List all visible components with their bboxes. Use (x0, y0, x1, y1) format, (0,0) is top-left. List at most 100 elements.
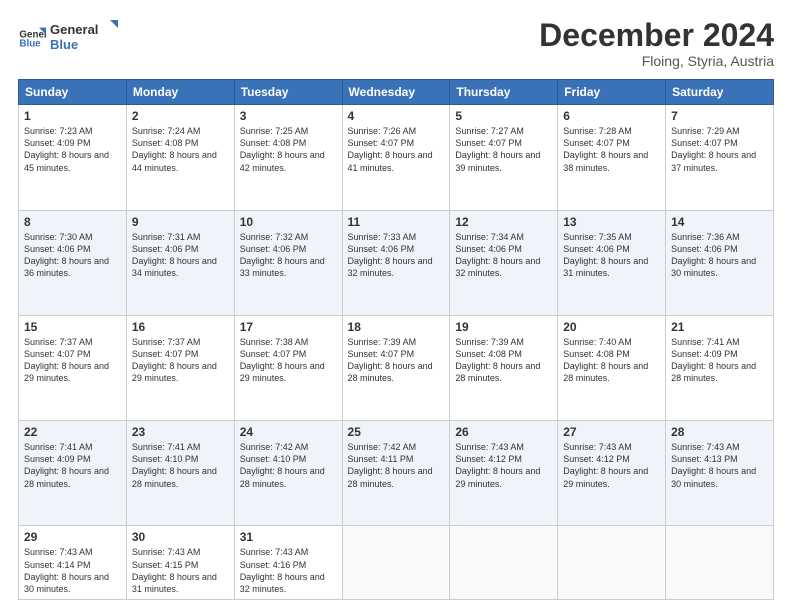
day-cell-14: 14 Sunrise: 7:36 AMSunset: 4:06 PMDaylig… (666, 210, 774, 315)
header: General Blue General Blue December 2024 … (18, 18, 774, 69)
location: Floing, Styria, Austria (539, 53, 774, 69)
week-row-5: 29 Sunrise: 7:43 AMSunset: 4:14 PMDaylig… (19, 526, 774, 600)
day-cell-27: 27 Sunrise: 7:43 AMSunset: 4:12 PMDaylig… (558, 421, 666, 526)
calendar-table: SundayMondayTuesdayWednesdayThursdayFrid… (18, 79, 774, 600)
day-cell-19: 19 Sunrise: 7:39 AMSunset: 4:08 PMDaylig… (450, 315, 558, 420)
day-info: Sunrise: 7:35 AMSunset: 4:06 PMDaylight:… (563, 232, 648, 278)
day-number: 17 (240, 320, 337, 334)
day-cell-12: 12 Sunrise: 7:34 AMSunset: 4:06 PMDaylig… (450, 210, 558, 315)
weekday-header-row: SundayMondayTuesdayWednesdayThursdayFrid… (19, 80, 774, 105)
day-info: Sunrise: 7:34 AMSunset: 4:06 PMDaylight:… (455, 232, 540, 278)
day-number: 6 (563, 109, 660, 123)
day-info: Sunrise: 7:28 AMSunset: 4:07 PMDaylight:… (563, 126, 648, 172)
day-info: Sunrise: 7:37 AMSunset: 4:07 PMDaylight:… (24, 337, 109, 383)
day-cell-28: 28 Sunrise: 7:43 AMSunset: 4:13 PMDaylig… (666, 421, 774, 526)
week-row-2: 8 Sunrise: 7:30 AMSunset: 4:06 PMDayligh… (19, 210, 774, 315)
day-info: Sunrise: 7:27 AMSunset: 4:07 PMDaylight:… (455, 126, 540, 172)
day-cell-5: 5 Sunrise: 7:27 AMSunset: 4:07 PMDayligh… (450, 105, 558, 210)
day-number: 9 (132, 215, 229, 229)
day-cell-7: 7 Sunrise: 7:29 AMSunset: 4:07 PMDayligh… (666, 105, 774, 210)
day-info: Sunrise: 7:41 AMSunset: 4:09 PMDaylight:… (24, 442, 109, 488)
weekday-friday: Friday (558, 80, 666, 105)
day-number: 4 (348, 109, 445, 123)
day-cell-22: 22 Sunrise: 7:41 AMSunset: 4:09 PMDaylig… (19, 421, 127, 526)
day-number: 21 (671, 320, 768, 334)
day-cell-24: 24 Sunrise: 7:42 AMSunset: 4:10 PMDaylig… (234, 421, 342, 526)
day-info: Sunrise: 7:36 AMSunset: 4:06 PMDaylight:… (671, 232, 756, 278)
day-number: 5 (455, 109, 552, 123)
day-cell-26: 26 Sunrise: 7:43 AMSunset: 4:12 PMDaylig… (450, 421, 558, 526)
weekday-tuesday: Tuesday (234, 80, 342, 105)
day-cell-25: 25 Sunrise: 7:42 AMSunset: 4:11 PMDaylig… (342, 421, 450, 526)
logo-icon: General Blue (18, 22, 46, 50)
day-info: Sunrise: 7:43 AMSunset: 4:14 PMDaylight:… (24, 547, 109, 593)
day-number: 11 (348, 215, 445, 229)
day-number: 3 (240, 109, 337, 123)
day-info: Sunrise: 7:42 AMSunset: 4:10 PMDaylight:… (240, 442, 325, 488)
day-number: 18 (348, 320, 445, 334)
svg-text:Blue: Blue (19, 39, 41, 50)
day-info: Sunrise: 7:39 AMSunset: 4:08 PMDaylight:… (455, 337, 540, 383)
day-cell-23: 23 Sunrise: 7:41 AMSunset: 4:10 PMDaylig… (126, 421, 234, 526)
day-info: Sunrise: 7:39 AMSunset: 4:07 PMDaylight:… (348, 337, 433, 383)
day-cell-17: 17 Sunrise: 7:38 AMSunset: 4:07 PMDaylig… (234, 315, 342, 420)
day-number: 2 (132, 109, 229, 123)
weekday-sunday: Sunday (19, 80, 127, 105)
day-info: Sunrise: 7:24 AMSunset: 4:08 PMDaylight:… (132, 126, 217, 172)
day-info: Sunrise: 7:40 AMSunset: 4:08 PMDaylight:… (563, 337, 648, 383)
day-info: Sunrise: 7:43 AMSunset: 4:16 PMDaylight:… (240, 547, 325, 593)
day-cell-20: 20 Sunrise: 7:40 AMSunset: 4:08 PMDaylig… (558, 315, 666, 420)
weekday-monday: Monday (126, 80, 234, 105)
month-title: December 2024 (539, 18, 774, 53)
day-number: 30 (132, 530, 229, 544)
empty-cell (666, 526, 774, 600)
day-cell-11: 11 Sunrise: 7:33 AMSunset: 4:06 PMDaylig… (342, 210, 450, 315)
day-cell-8: 8 Sunrise: 7:30 AMSunset: 4:06 PMDayligh… (19, 210, 127, 315)
day-info: Sunrise: 7:26 AMSunset: 4:07 PMDaylight:… (348, 126, 433, 172)
day-info: Sunrise: 7:41 AMSunset: 4:10 PMDaylight:… (132, 442, 217, 488)
weekday-thursday: Thursday (450, 80, 558, 105)
day-cell-10: 10 Sunrise: 7:32 AMSunset: 4:06 PMDaylig… (234, 210, 342, 315)
day-cell-4: 4 Sunrise: 7:26 AMSunset: 4:07 PMDayligh… (342, 105, 450, 210)
day-info: Sunrise: 7:31 AMSunset: 4:06 PMDaylight:… (132, 232, 217, 278)
week-row-1: 1 Sunrise: 7:23 AMSunset: 4:09 PMDayligh… (19, 105, 774, 210)
day-info: Sunrise: 7:43 AMSunset: 4:12 PMDaylight:… (455, 442, 540, 488)
logo: General Blue General Blue (18, 18, 120, 54)
day-cell-15: 15 Sunrise: 7:37 AMSunset: 4:07 PMDaylig… (19, 315, 127, 420)
day-number: 31 (240, 530, 337, 544)
day-number: 27 (563, 425, 660, 439)
day-cell-18: 18 Sunrise: 7:39 AMSunset: 4:07 PMDaylig… (342, 315, 450, 420)
empty-cell (450, 526, 558, 600)
day-info: Sunrise: 7:43 AMSunset: 4:12 PMDaylight:… (563, 442, 648, 488)
day-number: 25 (348, 425, 445, 439)
logo-svg: General Blue (50, 18, 120, 54)
day-number: 7 (671, 109, 768, 123)
day-info: Sunrise: 7:33 AMSunset: 4:06 PMDaylight:… (348, 232, 433, 278)
day-cell-21: 21 Sunrise: 7:41 AMSunset: 4:09 PMDaylig… (666, 315, 774, 420)
calendar-page: General Blue General Blue December 2024 … (0, 0, 792, 612)
day-number: 29 (24, 530, 121, 544)
weekday-saturday: Saturday (666, 80, 774, 105)
day-info: Sunrise: 7:23 AMSunset: 4:09 PMDaylight:… (24, 126, 109, 172)
day-number: 28 (671, 425, 768, 439)
day-info: Sunrise: 7:41 AMSunset: 4:09 PMDaylight:… (671, 337, 756, 383)
day-info: Sunrise: 7:43 AMSunset: 4:13 PMDaylight:… (671, 442, 756, 488)
day-info: Sunrise: 7:42 AMSunset: 4:11 PMDaylight:… (348, 442, 433, 488)
day-info: Sunrise: 7:32 AMSunset: 4:06 PMDaylight:… (240, 232, 325, 278)
day-info: Sunrise: 7:29 AMSunset: 4:07 PMDaylight:… (671, 126, 756, 172)
day-cell-2: 2 Sunrise: 7:24 AMSunset: 4:08 PMDayligh… (126, 105, 234, 210)
day-number: 15 (24, 320, 121, 334)
day-number: 12 (455, 215, 552, 229)
day-info: Sunrise: 7:25 AMSunset: 4:08 PMDaylight:… (240, 126, 325, 172)
day-number: 16 (132, 320, 229, 334)
day-number: 1 (24, 109, 121, 123)
day-cell-1: 1 Sunrise: 7:23 AMSunset: 4:09 PMDayligh… (19, 105, 127, 210)
day-number: 20 (563, 320, 660, 334)
day-number: 24 (240, 425, 337, 439)
day-info: Sunrise: 7:43 AMSunset: 4:15 PMDaylight:… (132, 547, 217, 593)
day-info: Sunrise: 7:38 AMSunset: 4:07 PMDaylight:… (240, 337, 325, 383)
day-info: Sunrise: 7:30 AMSunset: 4:06 PMDaylight:… (24, 232, 109, 278)
day-cell-3: 3 Sunrise: 7:25 AMSunset: 4:08 PMDayligh… (234, 105, 342, 210)
day-number: 8 (24, 215, 121, 229)
day-number: 10 (240, 215, 337, 229)
